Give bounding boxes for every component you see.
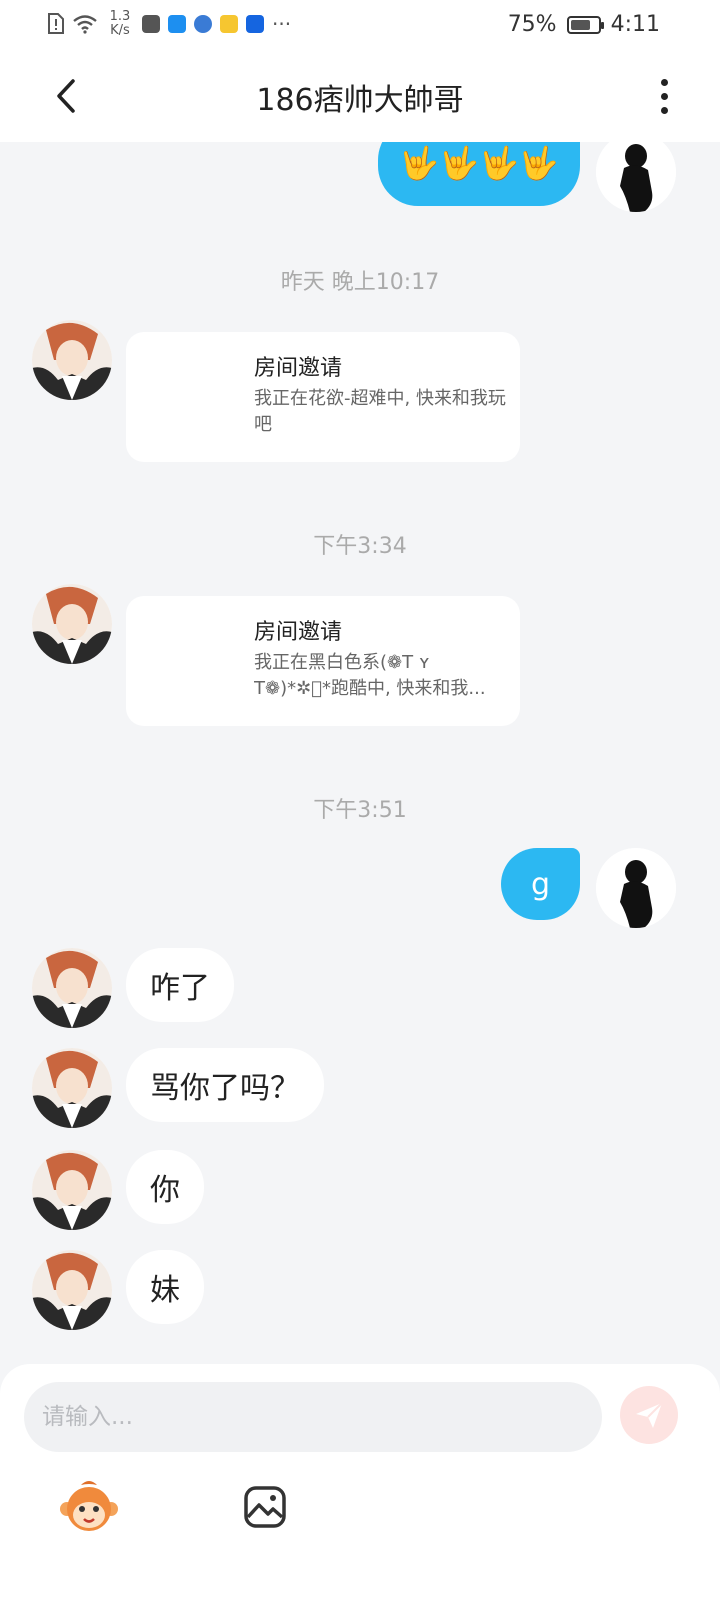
invite-title: 房间邀请 bbox=[254, 356, 343, 381]
browser-icon bbox=[194, 15, 212, 33]
contact-avatar[interactable] bbox=[32, 584, 112, 664]
image-icon bbox=[244, 1486, 286, 1528]
timestamp: 昨天 晚上10:17 bbox=[280, 270, 440, 295]
outgoing-message[interactable]: 🤟🤟🤟🤟 bbox=[378, 142, 580, 206]
message-list[interactable]: 🤟🤟🤟🤟 昨天 晚上10:17 房间邀请 我正在花欲-超难中, 快来和我玩吧 下… bbox=[0, 142, 720, 1364]
status-icons-right: 75% 4:11 bbox=[508, 12, 660, 37]
room-invite-card[interactable]: 房间邀请 我正在花欲-超难中, 快来和我玩吧 bbox=[126, 332, 520, 462]
more-dot-icon bbox=[660, 106, 668, 114]
clock: 4:11 bbox=[610, 12, 660, 37]
tips-icon bbox=[246, 15, 264, 33]
timestamp: 下午3:51 bbox=[313, 798, 407, 823]
more-dot-icon bbox=[660, 78, 668, 86]
room-invite-card[interactable]: 房间邀请 我正在黑白色系(❁T ʏ T❁)*✲゚*跑酷中, 快来和我... bbox=[126, 596, 520, 726]
composer bbox=[0, 1364, 720, 1600]
emoji-sticker-button[interactable] bbox=[58, 1476, 120, 1538]
more-notifications-icon: ··· bbox=[272, 12, 292, 36]
more-options-button[interactable] bbox=[652, 74, 676, 118]
status-bar: 1.3 K/s ··· 75% 4:11 bbox=[0, 0, 720, 50]
message-text: 骂你了吗？ bbox=[150, 1071, 300, 1106]
incoming-message[interactable]: 妹 bbox=[126, 1250, 204, 1324]
contact-avatar[interactable] bbox=[32, 1250, 112, 1330]
message-text: 🤟🤟🤟🤟 bbox=[399, 144, 559, 182]
status-icons-left: 1.3 K/s ··· bbox=[46, 10, 291, 38]
sim-alert-icon bbox=[48, 13, 64, 34]
message-input[interactable] bbox=[24, 1382, 602, 1452]
chat-header: 186痞帅大帥哥 bbox=[0, 50, 720, 142]
contact-avatar[interactable] bbox=[32, 948, 112, 1028]
battery-percent: 75% bbox=[507, 12, 557, 37]
contact-avatar[interactable] bbox=[32, 1048, 112, 1128]
my-avatar[interactable] bbox=[596, 142, 676, 212]
contact-avatar[interactable] bbox=[32, 320, 112, 400]
outgoing-message[interactable]: g bbox=[501, 848, 580, 920]
more-dot-icon bbox=[660, 92, 668, 100]
page-title: 186痞帅大帥哥 bbox=[256, 83, 464, 118]
search-app-icon bbox=[168, 15, 186, 33]
network-speed: 1.3 K/s bbox=[109, 9, 131, 38]
files-icon bbox=[220, 15, 238, 33]
message-text: g bbox=[530, 866, 551, 902]
monkey-sticker-icon bbox=[60, 1481, 118, 1531]
contact-avatar[interactable] bbox=[32, 1150, 112, 1230]
invite-description: 我正在花欲-超难中, 快来和我玩吧 bbox=[254, 388, 506, 435]
image-picker-button[interactable] bbox=[234, 1476, 296, 1538]
wifi-icon bbox=[73, 15, 97, 34]
battery-icon bbox=[566, 15, 604, 34]
incoming-message[interactable]: 骂你了吗？ bbox=[126, 1048, 324, 1122]
incoming-message[interactable]: 咋了 bbox=[126, 948, 234, 1022]
timestamp: 下午3:34 bbox=[313, 534, 407, 559]
app-store-icon bbox=[142, 15, 160, 33]
send-button[interactable] bbox=[620, 1386, 678, 1444]
message-text: 咋了 bbox=[150, 971, 210, 1006]
invite-description: 我正在黑白色系(❁T ʏ T❁)*✲゚*跑酷中, 快来和我... bbox=[254, 652, 486, 699]
message-text: 妹 bbox=[150, 1273, 180, 1308]
incoming-message[interactable]: 你 bbox=[126, 1150, 204, 1224]
send-icon bbox=[636, 1402, 663, 1428]
message-text: 你 bbox=[150, 1173, 180, 1208]
invite-title: 房间邀请 bbox=[254, 620, 343, 645]
my-avatar[interactable] bbox=[596, 848, 676, 928]
